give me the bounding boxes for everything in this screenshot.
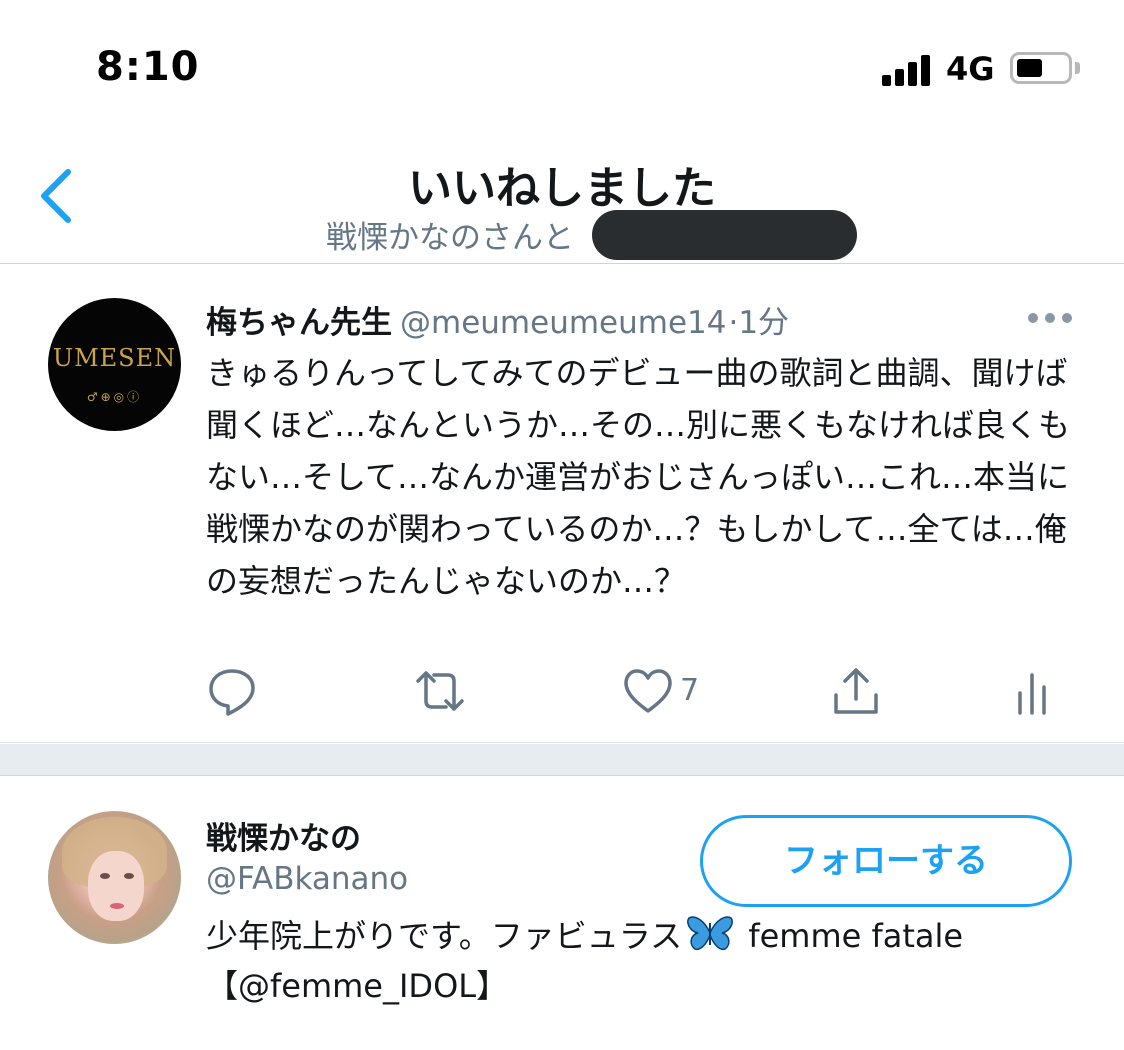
user-name[interactable]: 戦慄かなの: [206, 813, 361, 858]
tweet-author-handle[interactable]: @meumeumeume14: [400, 305, 726, 341]
avatar[interactable]: [48, 811, 181, 944]
tweet[interactable]: UMESEN ♂⊕◎ⓘ 梅ちゃん先生 @meumeumeume14·1分 きゅるり…: [0, 265, 1124, 743]
bio-text-part1: 少年院上がりです。ファビュラス: [206, 917, 683, 955]
redaction-bar: [592, 210, 857, 260]
page-subtitle: 戦慄かなのさんと: [326, 220, 574, 256]
avatar-logo-text: UMESEN: [52, 344, 177, 372]
page-title: いいねしました: [408, 163, 716, 214]
network-type: 4G: [946, 50, 995, 88]
status-time: 8:10: [96, 44, 200, 90]
avatar-logo-glyphs: ♂⊕◎ⓘ: [86, 390, 143, 404]
avatar[interactable]: UMESEN ♂⊕◎ⓘ: [48, 298, 181, 431]
tweet-timestamp: ·1分: [728, 305, 790, 341]
bio-link[interactable]: 【@femme_IDOL】: [206, 967, 508, 1005]
tweet-text: きゅるりんってしてみてのデビュー曲の歌詞と曲調、聞けば聞くほど…なんというか…そ…: [206, 354, 1071, 600]
analytics-button[interactable]: [1012, 665, 1052, 721]
butterfly-icon: [687, 916, 734, 951]
retweet-icon: [416, 671, 464, 711]
bio-text-part2: femme fatale: [738, 917, 964, 955]
nav-header: いいねしました 戦慄かなのさんと: [0, 130, 1124, 264]
battery-icon: [1010, 52, 1072, 84]
reply-button[interactable]: [206, 665, 258, 721]
follow-button[interactable]: フォローする: [700, 815, 1072, 907]
tweet-actions: 7: [0, 665, 1124, 725]
heart-icon: [624, 669, 672, 713]
user-bio: 少年院上がりです。ファビュラス femme fatale 【@femme_IDO…: [206, 911, 1086, 1011]
like-button[interactable]: 7: [622, 665, 699, 721]
retweet-button[interactable]: [412, 665, 468, 721]
status-bar: 8:10 4G: [0, 0, 1124, 130]
more-dots-icon[interactable]: [1028, 309, 1072, 329]
reply-icon: [209, 669, 255, 716]
battery-level-fill: [1017, 59, 1042, 77]
user-handle[interactable]: @FABkanano: [206, 861, 408, 897]
share-icon: [834, 668, 878, 714]
section-divider: [0, 744, 1124, 776]
user-card[interactable]: 戦慄かなの @FABkanano フォローする 少年院上がりです。ファビュラス …: [0, 777, 1124, 1050]
share-button[interactable]: [830, 665, 882, 721]
tweet-header: 梅ちゃん先生 @meumeumeume14·1分: [206, 297, 789, 342]
signal-bars-icon: [882, 54, 934, 86]
tweet-author-name[interactable]: 梅ちゃん先生: [206, 305, 392, 341]
battery-nub: [1075, 62, 1080, 74]
analytics-icon: [1018, 673, 1046, 715]
like-count: 7: [680, 673, 700, 708]
